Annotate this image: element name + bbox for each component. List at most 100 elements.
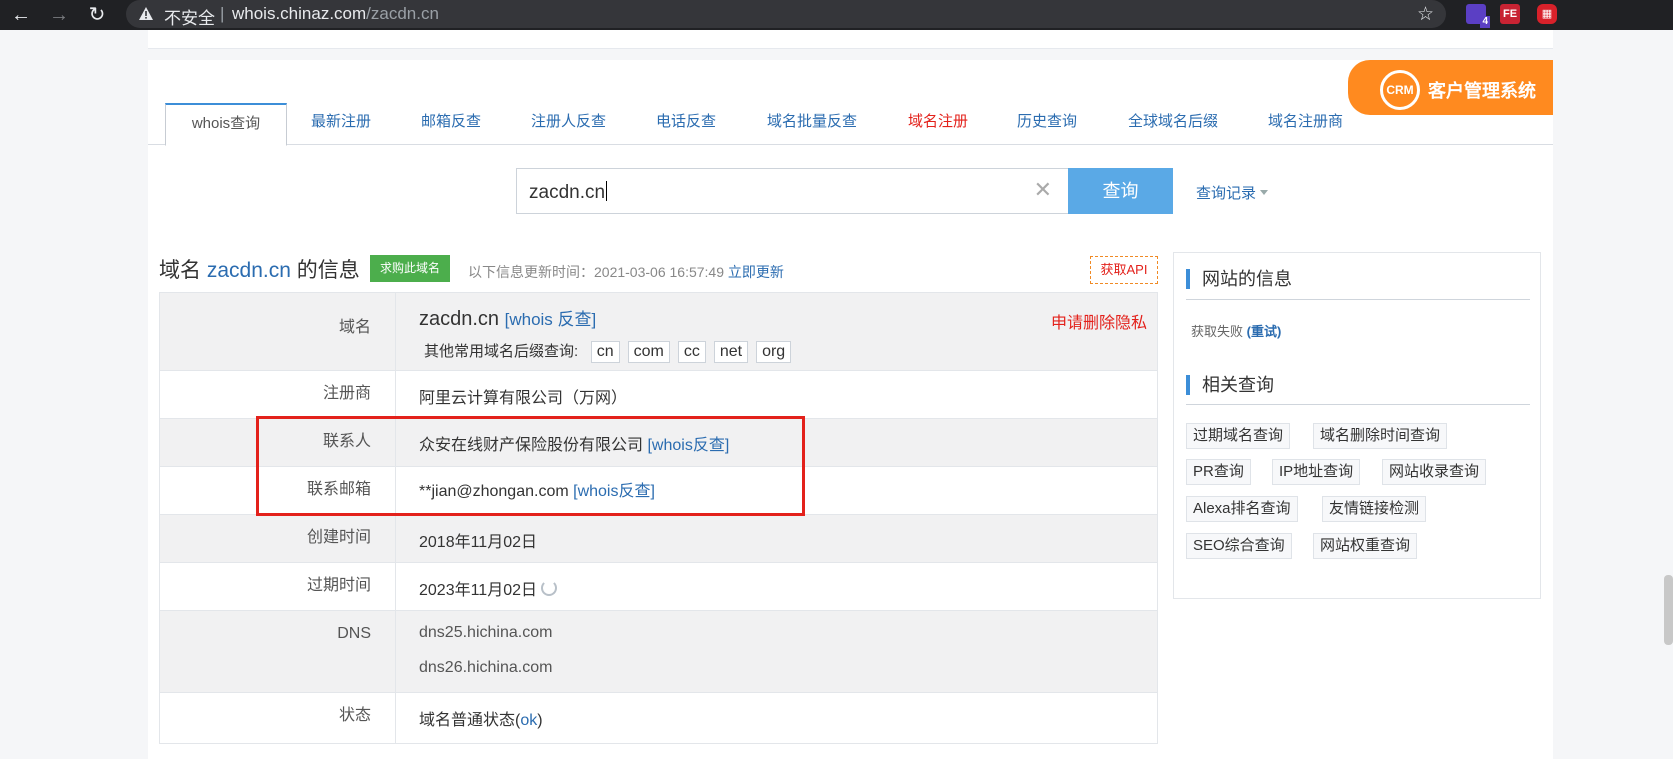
table-row-dns: DNS dns25.hichina.com dns26.hichina.com	[160, 611, 1157, 693]
expires-date: 2023年11月02日	[419, 582, 538, 599]
created-value: 2018年11月02日	[419, 534, 538, 551]
table-row-registrar: 注册商 阿里云计算有限公司（万网）	[160, 371, 1157, 419]
tab-history[interactable]: 历史查询	[1017, 110, 1077, 131]
tab-registrant-reverse[interactable]: 注册人反查	[531, 110, 606, 131]
whois-panel: whois查询 最新注册 邮箱反查 注册人反查 电话反查 域名批量反查 域名注册…	[148, 60, 1553, 759]
buy-domain-button[interactable]: 求购此域名	[370, 255, 450, 282]
sidebar: 网站的信息 获取失败 (重试) 相关查询 过期域名查询 域名删除时间查询 PR查…	[1173, 252, 1541, 599]
tld-cn[interactable]: cn	[590, 341, 620, 363]
scrollbar-thumb[interactable]	[1664, 575, 1673, 645]
status-suffix: )	[537, 712, 543, 729]
tld-net[interactable]: net	[713, 341, 749, 363]
related-weight[interactable]: 网站权重查询	[1313, 533, 1418, 559]
update-now-link[interactable]: 立即更新	[728, 264, 784, 280]
refresh-icon[interactable]	[541, 580, 558, 596]
tld-query-label: 其他常用域名后缀查询:	[424, 343, 579, 360]
related-alexa[interactable]: Alexa排名查询	[1186, 496, 1298, 522]
table-row-created: 创建时间 2018年11月02日	[160, 515, 1157, 563]
warning-icon	[139, 7, 153, 20]
table-row-domain: 域名 zacdn.cn [whois 反查] 其他常用域名后缀查询: cn com…	[160, 293, 1157, 371]
search-button[interactable]: 查询	[1068, 168, 1173, 214]
tab-latest-registered[interactable]: 最新注册	[311, 110, 371, 131]
registrar-value: 阿里云计算有限公司（万网）	[419, 390, 628, 407]
status-ok-link[interactable]: ok	[520, 712, 537, 729]
info-heading: 域名 zacdn.cn 的信息	[159, 254, 360, 284]
tab-phone-reverse[interactable]: 电话反查	[656, 110, 716, 131]
status-prefix: 域名普通状态(	[419, 712, 521, 729]
tld-com[interactable]: com	[627, 341, 670, 363]
table-row-expires: 过期时间 2023年11月02日	[160, 563, 1157, 611]
row-label: 状态	[160, 693, 396, 743]
tld-query: 其他常用域名后缀查询: cn com cc net org	[424, 340, 799, 363]
bookmark-star-icon[interactable]: ☆	[1417, 3, 1434, 26]
reload-icon[interactable]: ↻	[85, 3, 109, 27]
divider	[1186, 404, 1530, 405]
tab-whois[interactable]: whois查询	[165, 103, 287, 146]
back-icon[interactable]: ←	[9, 3, 33, 27]
whois-table: 域名 zacdn.cn [whois 反查] 其他常用域名后缀查询: cn com…	[159, 292, 1158, 744]
remove-privacy-link[interactable]: 申请删除隐私	[1051, 309, 1147, 333]
forward-icon[interactable]: →	[47, 3, 71, 27]
extension-badge: 4	[1480, 16, 1490, 28]
related-expired-domain[interactable]: 过期域名查询	[1186, 423, 1291, 449]
crm-label: 客户管理系统	[1428, 81, 1536, 101]
update-time-value: 2021-03-06 16:57:49	[594, 264, 724, 280]
dns-value-2: dns26.hichina.com	[419, 659, 553, 676]
status-value: 域名普通状态(ok)	[419, 706, 543, 730]
related-ip[interactable]: IP地址查询	[1272, 459, 1361, 485]
update-time: 以下信息更新时间：2021-03-06 16:57:49 立即更新	[468, 262, 784, 282]
annotation-highlight-box	[256, 416, 805, 516]
crm-banner[interactable]: CRM 客户管理系统	[1348, 60, 1553, 115]
domain-name: zacdn.cn	[419, 308, 500, 330]
fail-text: 获取失败	[1191, 324, 1244, 339]
caret-down-icon	[1260, 190, 1269, 195]
info-heading-suffix: 的信息	[290, 259, 360, 282]
tab-batch-reverse[interactable]: 域名批量反查	[767, 110, 857, 131]
query-history-label: 查询记录	[1196, 185, 1257, 202]
top-strip	[148, 30, 1553, 49]
crm-logo: CRM	[1380, 70, 1420, 110]
related-friend-links[interactable]: 友情链接检测	[1322, 496, 1427, 522]
query-history-dropdown[interactable]: 查询记录	[1196, 182, 1269, 203]
retry-link[interactable]: (重试)	[1247, 324, 1282, 339]
address-bar[interactable]: 不安全 | whois.chinaz.com/zacdn.cn ☆	[126, 0, 1446, 28]
site-info-status: 获取失败 (重试)	[1191, 321, 1281, 340]
domain-value: zacdn.cn [whois 反查]	[419, 305, 596, 331]
tab-domain-register[interactable]: 域名注册	[908, 110, 968, 131]
url-host: whois.chinaz.com	[232, 4, 367, 23]
related-title: 相关查询	[1186, 375, 1274, 395]
site-info-title: 网站的信息	[1186, 269, 1292, 289]
url-path: /zacdn.cn	[366, 4, 439, 23]
url-text[interactable]: whois.chinaz.com/zacdn.cn	[232, 4, 439, 24]
tab-registrar[interactable]: 域名注册商	[1268, 110, 1343, 131]
row-label: 注册商	[160, 371, 396, 418]
fe-helper-icon[interactable]: FE	[1500, 4, 1520, 24]
extension-icon[interactable]: 4	[1466, 4, 1490, 28]
row-label: 创建时间	[160, 515, 396, 562]
tab-bar: whois查询 最新注册 邮箱反查 注册人反查 电话反查 域名批量反查 域名注册…	[148, 60, 1553, 146]
tld-cc[interactable]: cc	[677, 341, 706, 363]
browser-toolbar: ← → ↻ 不安全 | whois.chinaz.com/zacdn.cn ☆ …	[0, 0, 1673, 30]
whois-reverse-link[interactable]: [whois 反查]	[505, 310, 597, 329]
related-index[interactable]: 网站收录查询	[1382, 459, 1487, 485]
search-value: zacdn.cn	[529, 182, 606, 203]
insecure-label: 不安全	[164, 9, 215, 28]
page-content: whois查询 最新注册 邮箱反查 注册人反查 电话反查 域名批量反查 域名注册…	[148, 30, 1553, 759]
tab-global-suffix[interactable]: 全球域名后缀	[1128, 110, 1218, 131]
search-input[interactable]: zacdn.cn ✕	[516, 168, 1069, 214]
cube-extension-icon[interactable]: ▦	[1537, 4, 1557, 24]
divider	[1186, 299, 1530, 300]
tab-email-reverse[interactable]: 邮箱反查	[421, 110, 481, 131]
row-label: 域名	[160, 293, 396, 370]
row-label: DNS	[160, 611, 396, 692]
info-heading-domain: zacdn.cn	[206, 259, 291, 282]
row-label: 过期时间	[160, 563, 396, 610]
related-seo[interactable]: SEO综合查询	[1186, 533, 1292, 559]
related-pr[interactable]: PR查询	[1186, 459, 1251, 485]
get-api-button[interactable]: 获取API	[1090, 256, 1158, 284]
clear-icon[interactable]: ✕	[1034, 177, 1052, 203]
tld-org[interactable]: org	[756, 341, 792, 363]
update-time-label: 以下信息更新时间：	[468, 264, 594, 280]
related-delete-time[interactable]: 域名删除时间查询	[1313, 423, 1448, 449]
text-caret	[606, 181, 608, 201]
